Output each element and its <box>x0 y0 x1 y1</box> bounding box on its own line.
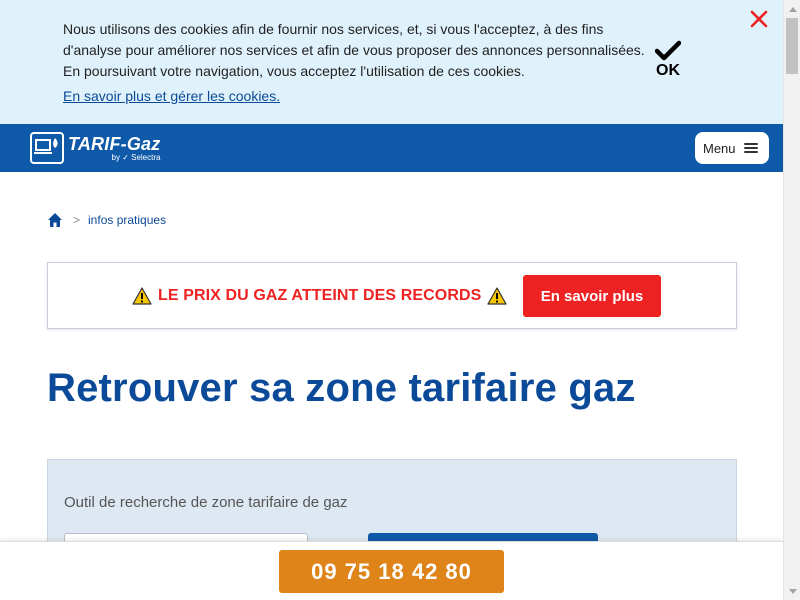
vertical-scrollbar[interactable] <box>783 0 800 600</box>
alert-text: LE PRIX DU GAZ ATTEINT DES RECORDS <box>158 287 482 304</box>
cookie-ok-button[interactable]: OK <box>650 40 686 84</box>
price-alert-banner: LE PRIX DU GAZ ATTEINT DES RECORDS En sa… <box>47 262 737 329</box>
scroll-up-arrow-icon[interactable] <box>784 0 800 17</box>
scrollbar-thumb[interactable] <box>786 18 798 74</box>
page-title: Retrouver sa zone tarifaire gaz <box>47 366 636 410</box>
menu-button[interactable]: Menu <box>695 132 769 164</box>
cookie-ok-label: OK <box>656 62 680 79</box>
breadcrumb: > infos pratiques <box>47 212 166 228</box>
checkmark-icon <box>655 40 681 61</box>
close-icon[interactable] <box>748 8 770 30</box>
hamburger-icon <box>743 143 758 153</box>
cookie-message: Nous utilisons des cookies afin de fourn… <box>63 19 653 82</box>
phone-call-button[interactable]: 09 75 18 42 80 <box>279 550 504 593</box>
cookie-banner: Nous utilisons des cookies afin de fourn… <box>0 0 783 124</box>
chevron-right-icon: > <box>73 213 81 227</box>
logo-subtitle: by ✓ Selectra <box>111 152 161 162</box>
cookie-settings-link[interactable]: En savoir plus et gérer les cookies. <box>63 88 280 104</box>
warning-icon <box>487 287 508 305</box>
laptop-flame-icon <box>30 132 64 164</box>
cookie-text-line: Nous utilisons des cookies afin de fourn… <box>63 21 604 37</box>
alert-message: LE PRIX DU GAZ ATTEINT DES RECORDS <box>126 287 513 305</box>
logo-title: TARIF-Gaz <box>68 133 161 154</box>
home-icon[interactable] <box>47 212 63 228</box>
tool-title: Outil de recherche de zone tarifaire de … <box>64 494 348 511</box>
sticky-phone-bar: 09 75 18 42 80 <box>0 541 783 600</box>
menu-label: Menu <box>703 140 736 156</box>
cookie-text-line: En poursuivant votre navigation, vous ac… <box>63 63 525 79</box>
breadcrumb-current[interactable]: infos pratiques <box>88 213 166 227</box>
learn-more-button[interactable]: En savoir plus <box>523 275 661 317</box>
cookie-text-line: d'analyse pour améliorer nos services et… <box>63 42 645 58</box>
scroll-down-arrow-icon[interactable] <box>784 583 800 600</box>
page-viewport: Nous utilisons des cookies afin de fourn… <box>0 0 783 600</box>
site-header: TARIF-Gaz by ✓ Selectra Menu <box>0 124 783 172</box>
warning-icon <box>132 287 152 305</box>
site-logo[interactable]: TARIF-Gaz by ✓ Selectra <box>30 132 160 164</box>
